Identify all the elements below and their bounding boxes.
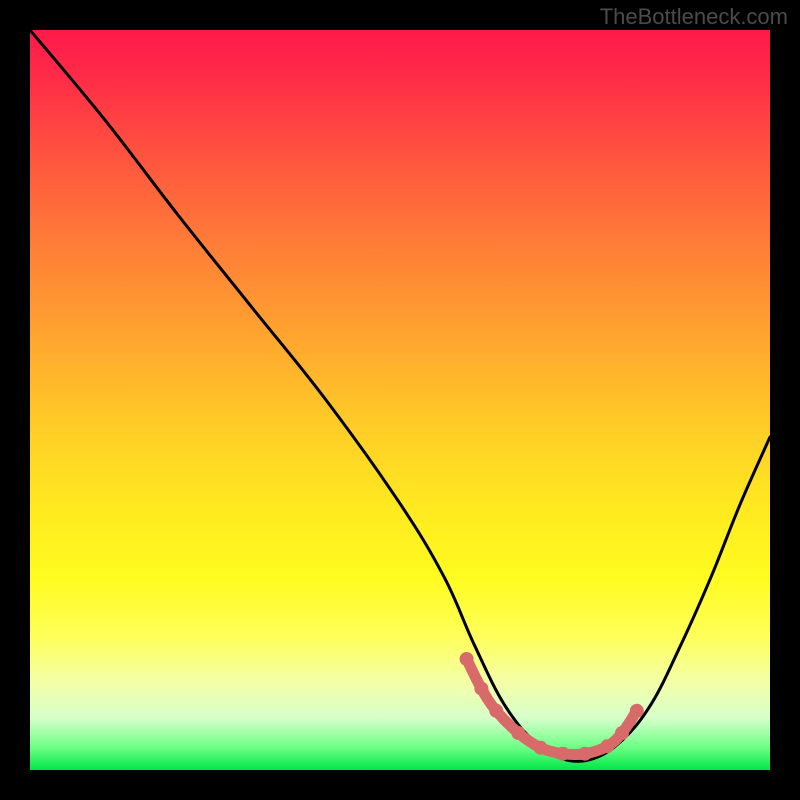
optimal-zone-dot bbox=[556, 747, 570, 761]
optimal-zone-dot bbox=[600, 739, 614, 753]
optimal-zone-dot bbox=[630, 704, 644, 718]
optimal-zone-dot bbox=[460, 652, 474, 666]
optimal-zone-dot bbox=[474, 682, 488, 696]
optimal-zone-dot bbox=[615, 726, 629, 740]
optimal-zone-dot bbox=[534, 741, 548, 755]
chart-area bbox=[30, 30, 770, 770]
optimal-zone-dot bbox=[511, 726, 525, 740]
optimal-zone-dot bbox=[489, 704, 503, 718]
curve-svg bbox=[30, 30, 770, 770]
optimal-zone-dot bbox=[578, 747, 592, 761]
watermark-text: TheBottleneck.com bbox=[600, 4, 788, 30]
performance-curve-path bbox=[30, 30, 770, 761]
